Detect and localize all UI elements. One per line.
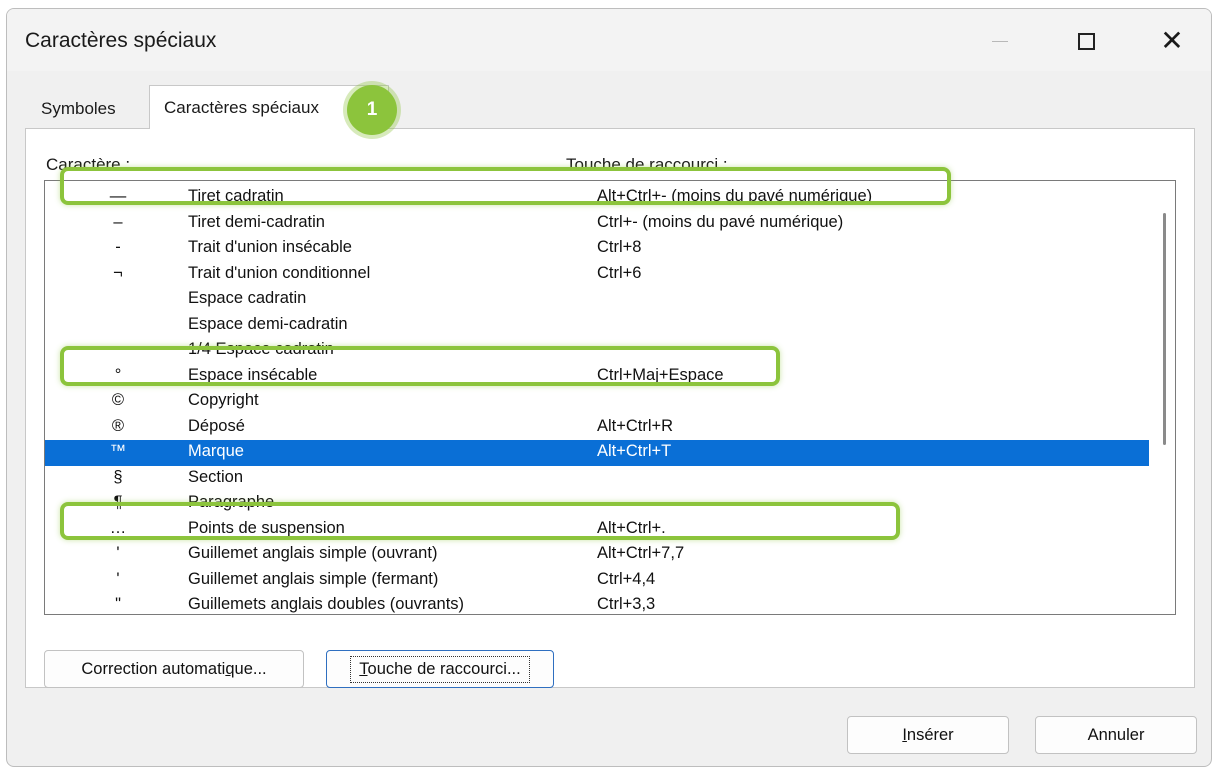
list-item[interactable]: 1/4 Espace cadratin <box>45 338 1149 364</box>
autocorrect-label: Correction automatique... <box>81 659 267 678</box>
shortcut-key-button[interactable]: Touche de raccourci... <box>326 650 554 688</box>
column-header-shortcut: Touche de raccourci : <box>566 155 728 174</box>
character-name: Points de suspension <box>188 518 345 537</box>
shortcut-value: Alt+Ctrl+R <box>597 416 674 435</box>
character-name: Guillemet anglais simple (fermant) <box>188 569 439 588</box>
step-badge: 1 <box>347 85 397 135</box>
minimize-icon <box>992 40 1008 42</box>
dialog-title: Caractères spéciaux <box>25 29 217 52</box>
character-glyph: § <box>113 467 123 486</box>
list-item[interactable]: ' Guillemet anglais simple (ouvrant) Alt+C… <box>45 542 1149 568</box>
vertical-scrollbar[interactable] <box>1155 181 1175 614</box>
tab-symbols-label: Symboles <box>41 99 116 118</box>
character-name: Section <box>188 467 244 486</box>
character-name: Guillemet anglais simple (ouvrant) <box>188 544 438 562</box>
list-item[interactable]: " Guillemets anglais doubles (ouvrants) Ct… <box>45 593 1149 614</box>
character-name: Tiret cadratin <box>188 187 284 205</box>
shortcut-value: Ctrl+4,4 <box>597 569 656 588</box>
list-item[interactable]: Espace cadratin <box>45 287 1149 313</box>
list-item[interactable]: © Copyright <box>45 389 1149 415</box>
autocorrect-button[interactable]: Correction automatique... <box>44 650 304 688</box>
character-glyph: ™ <box>109 442 127 460</box>
insert-label: Insérer <box>902 725 954 744</box>
shortcut-value: Ctrl+3,3 <box>597 595 656 613</box>
character-glyph: ® <box>111 416 125 435</box>
insert-button[interactable]: Insérer <box>847 716 1009 754</box>
character-glyph: ' <box>116 544 120 562</box>
list-item[interactable]: ™ Marque Alt+Ctrl+T <box>45 440 1149 466</box>
character-glyph: – <box>113 212 123 231</box>
list-item[interactable]: ® Déposé Alt+Ctrl+R <box>45 415 1149 441</box>
list-item[interactable]: Espace demi-cadratin <box>45 313 1149 339</box>
tab-panel: Caractère : Touche de raccourci : " Guill… <box>25 128 1195 688</box>
shortcut-value: Ctrl+8 <box>597 238 642 256</box>
character-name: Espace cadratin <box>188 289 307 307</box>
close-button[interactable]: ✕ <box>1143 19 1201 63</box>
shortcut-value: Alt+Ctrl+T <box>597 442 672 460</box>
list-item[interactable]: … Points de suspension Alt+Ctrl+. <box>45 517 1149 543</box>
character-name: Paragraphe <box>188 493 275 511</box>
character-name: Tiret demi-cadratin <box>188 212 325 231</box>
character-name: Trait d'union insécable <box>188 238 352 256</box>
character-name: Guillemets anglais doubles (ouvrants) <box>188 595 465 613</box>
character-glyph: - <box>115 238 121 256</box>
character-name: Marque <box>188 442 244 460</box>
list-item[interactable]: ¶ Paragraphe <box>45 491 1149 517</box>
shortcut-value: Ctrl+- (moins du pavé numérique) <box>597 212 844 231</box>
list-item[interactable]: — Tiret cadratin Alt+Ctrl+- (moins du pavé… <box>45 185 1149 211</box>
shortcut-value: Alt+Ctrl+- (moins du pavé numérique) <box>597 187 873 205</box>
shortcut-value: Ctrl+Maj+Espace <box>597 365 724 384</box>
shortcut-value: Ctrl+6 <box>597 263 642 282</box>
characters-listbox[interactable]: " Guillemets anglais doubles (ouvrants) Ct… <box>44 180 1176 615</box>
tab-special-characters-label: Caractères spéciaux <box>164 98 319 117</box>
shortcut-value: Alt+Ctrl+7,7 <box>597 544 685 562</box>
list-item[interactable]: - Trait d'union insécable Ctrl+8 <box>45 236 1149 262</box>
close-icon: ✕ <box>1160 25 1184 56</box>
character-glyph: © <box>111 391 125 409</box>
cancel-button[interactable]: Annuler <box>1035 716 1197 754</box>
character-name: Copyright <box>188 391 259 409</box>
maximize-icon <box>1077 32 1095 50</box>
character-name: Espace demi-cadratin <box>188 314 348 333</box>
character-glyph: ¶ <box>113 493 123 511</box>
character-name: Espace insécable <box>188 365 318 384</box>
shortcut-key-label: Touche de raccourci... <box>350 655 530 683</box>
list-item[interactable]: § Section <box>45 466 1149 492</box>
list-item[interactable]: – Tiret demi-cadratin Ctrl+- (moins du pav… <box>45 211 1149 237</box>
character-glyph: " <box>115 595 121 613</box>
character-glyph: … <box>109 518 127 537</box>
maximize-button[interactable] <box>1057 19 1115 63</box>
shortcut-value: Alt+Ctrl+. <box>597 518 666 537</box>
character-name: Trait d'union conditionnel <box>188 263 371 282</box>
character-glyph: ' <box>116 569 120 588</box>
character-glyph: ¬ <box>113 263 123 282</box>
character-glyph: — <box>109 187 127 205</box>
title-bar: Caractères spéciaux ✕ <box>7 9 1211 71</box>
cancel-label: Annuler <box>1087 725 1145 744</box>
list-item[interactable]: ¬ Trait d'union conditionnel Ctrl+6 <box>45 262 1149 288</box>
character-glyph: ° <box>114 365 122 384</box>
scrollbar-thumb[interactable] <box>1163 213 1166 445</box>
special-characters-dialog: Caractères spéciaux ✕ Symboles Caractère… <box>6 8 1212 767</box>
column-header-character: Caractère : <box>46 155 131 174</box>
list-item[interactable]: ° Espace insécable Ctrl+Maj+Espace <box>45 364 1149 390</box>
character-name: Déposé <box>188 416 245 435</box>
minimize-button[interactable] <box>971 19 1029 63</box>
character-name: 1/4 Espace cadratin <box>188 340 334 358</box>
tab-symbols[interactable]: Symboles <box>27 91 149 127</box>
list-item[interactable]: ' Guillemet anglais simple (fermant) Ctrl+… <box>45 568 1149 594</box>
